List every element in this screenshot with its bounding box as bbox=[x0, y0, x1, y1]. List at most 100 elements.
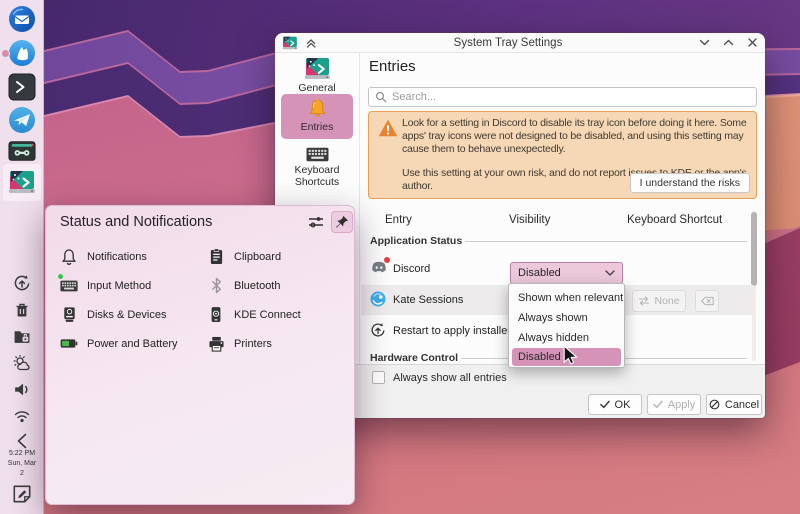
keyboard-icon bbox=[306, 147, 329, 162]
desktop: 5:22 PM Sun, Mar 2 System Tray Settings … bbox=[0, 0, 800, 514]
pin-button[interactable] bbox=[331, 211, 353, 233]
scrollbar-thumb[interactable] bbox=[751, 212, 757, 286]
librewolf-icon[interactable] bbox=[8, 39, 36, 67]
configure-icon[interactable] bbox=[308, 215, 324, 229]
warning-icon bbox=[378, 119, 398, 137]
dropdown-option-shown-when-relevant[interactable]: Shown when relevant bbox=[509, 288, 624, 308]
status-item-label: Bluetooth bbox=[234, 280, 280, 292]
phone-icon bbox=[207, 306, 225, 324]
search-icon bbox=[375, 91, 387, 103]
weather-icon[interactable] bbox=[13, 355, 31, 373]
check-icon bbox=[600, 400, 610, 409]
column-header-entry: Entry bbox=[385, 214, 412, 226]
status-items-grid: Notifications Clipboard Input Method Blu… bbox=[60, 242, 348, 358]
section-hardware-control: Hardware Control bbox=[370, 352, 458, 364]
panel-expand-icon[interactable] bbox=[15, 432, 29, 450]
backspace-icon bbox=[701, 296, 714, 306]
understand-risks-button[interactable]: I understand the risks bbox=[630, 173, 750, 193]
check-icon bbox=[653, 400, 663, 409]
shortcut-button-label: None bbox=[654, 295, 679, 307]
active-dot bbox=[58, 274, 63, 279]
shortcut-none-button[interactable]: None bbox=[632, 290, 686, 312]
cancel-icon bbox=[709, 399, 720, 410]
audio-volume-icon[interactable] bbox=[13, 381, 31, 399]
section-application-status: Application Status bbox=[370, 235, 462, 247]
printer-icon bbox=[207, 335, 225, 353]
status-item-disks-devices[interactable]: Disks & Devices bbox=[60, 306, 207, 324]
status-item-label: Clipboard bbox=[234, 251, 281, 263]
bell-icon bbox=[60, 248, 78, 266]
status-item-kde-connect[interactable]: KDE Connect bbox=[207, 306, 348, 324]
keyboard-icon bbox=[60, 277, 78, 295]
ok-label: OK bbox=[615, 399, 631, 411]
sidebar-item-entries[interactable]: Entries bbox=[275, 98, 359, 133]
system-tray-settings-task[interactable] bbox=[3, 164, 41, 201]
window-title: System Tray Settings bbox=[324, 37, 692, 49]
section-divider bbox=[465, 241, 747, 242]
popup-title: Status and Notifications bbox=[60, 214, 212, 230]
collapse-all-icon[interactable] bbox=[305, 37, 317, 49]
restart-icon bbox=[370, 322, 386, 338]
status-item-bluetooth[interactable]: Bluetooth bbox=[207, 277, 348, 295]
maximize-icon[interactable] bbox=[723, 37, 734, 48]
titlebar[interactable]: System Tray Settings bbox=[275, 33, 765, 53]
minimize-icon[interactable] bbox=[699, 37, 710, 48]
sidebar-item-general[interactable]: General bbox=[275, 57, 359, 94]
entries-bell-icon bbox=[307, 98, 328, 119]
vault-icon[interactable] bbox=[13, 328, 31, 346]
status-item-label: Disks & Devices bbox=[87, 309, 166, 321]
status-item-label: Printers bbox=[234, 338, 272, 350]
checkbox-label: Always show all entries bbox=[393, 372, 507, 384]
pin-icon bbox=[335, 215, 349, 229]
search-input[interactable] bbox=[392, 91, 750, 103]
visibility-combobox-discord[interactable]: Disabled bbox=[510, 262, 623, 284]
clock-time: 5:22 PM bbox=[0, 449, 44, 459]
clear-shortcut-button[interactable] bbox=[695, 290, 719, 312]
close-icon[interactable] bbox=[747, 37, 758, 48]
digital-clock[interactable]: 5:22 PM Sun, Mar 2 bbox=[0, 449, 44, 479]
status-item-label: Power and Battery bbox=[87, 338, 178, 350]
status-notifications-popup: Status and Notifications Notifications C… bbox=[45, 205, 355, 505]
shortcut-icon bbox=[638, 296, 650, 306]
status-item-printers[interactable]: Printers bbox=[207, 335, 348, 353]
status-item-label: Notifications bbox=[87, 251, 147, 263]
search-field[interactable] bbox=[368, 87, 757, 107]
wifi-icon[interactable] bbox=[13, 407, 31, 425]
konsole-icon[interactable] bbox=[8, 73, 36, 101]
sticky-note-icon[interactable] bbox=[11, 483, 33, 505]
status-item-notifications[interactable]: Notifications bbox=[60, 248, 207, 266]
combobox-value: Disabled bbox=[518, 267, 561, 279]
entry-label-kate-sessions: Kate Sessions bbox=[393, 294, 463, 306]
chevron-down-icon bbox=[605, 270, 615, 276]
ok-button[interactable]: OK bbox=[588, 394, 642, 415]
status-item-clipboard[interactable]: Clipboard bbox=[207, 248, 348, 266]
apply-label: Apply bbox=[668, 399, 696, 411]
sidebar-item-label: Entries bbox=[275, 121, 359, 133]
telegram-icon[interactable] bbox=[8, 106, 36, 134]
apply-button[interactable]: Apply bbox=[647, 394, 701, 415]
trash-icon[interactable] bbox=[13, 301, 31, 319]
vertical-panel: 5:22 PM Sun, Mar 2 bbox=[0, 0, 44, 514]
sidebar-item-label: General bbox=[275, 82, 359, 94]
clock-day: 2 bbox=[0, 469, 44, 479]
cancel-button[interactable]: Cancel bbox=[706, 394, 762, 415]
thunderbird-icon[interactable] bbox=[8, 5, 36, 33]
mouse-cursor bbox=[561, 345, 579, 365]
dropdown-option-always-shown[interactable]: Always shown bbox=[509, 308, 624, 328]
status-item-power-battery[interactable]: Power and Battery bbox=[60, 335, 207, 353]
kate-sessions-icon bbox=[370, 291, 386, 307]
clock-date: Sun, Mar bbox=[0, 459, 44, 469]
media-player-icon[interactable] bbox=[8, 140, 36, 162]
bluetooth-icon bbox=[207, 277, 225, 295]
status-item-label: Input Method bbox=[87, 280, 151, 292]
software-updates-icon[interactable] bbox=[13, 274, 31, 292]
column-header-keyboard-shortcut: Keyboard Shortcut bbox=[627, 214, 722, 226]
always-show-checkbox[interactable] bbox=[372, 371, 385, 384]
general-icon bbox=[304, 57, 331, 80]
entry-label-discord: Discord bbox=[393, 263, 430, 275]
status-item-label: KDE Connect bbox=[234, 309, 301, 321]
status-item-input-method[interactable]: Input Method bbox=[60, 277, 207, 295]
cancel-label: Cancel bbox=[725, 399, 759, 411]
sidebar-item-label: Keyboard Shortcuts bbox=[275, 165, 359, 188]
sidebar-item-keyboard-shortcuts[interactable]: Keyboard Shortcuts bbox=[275, 147, 359, 188]
